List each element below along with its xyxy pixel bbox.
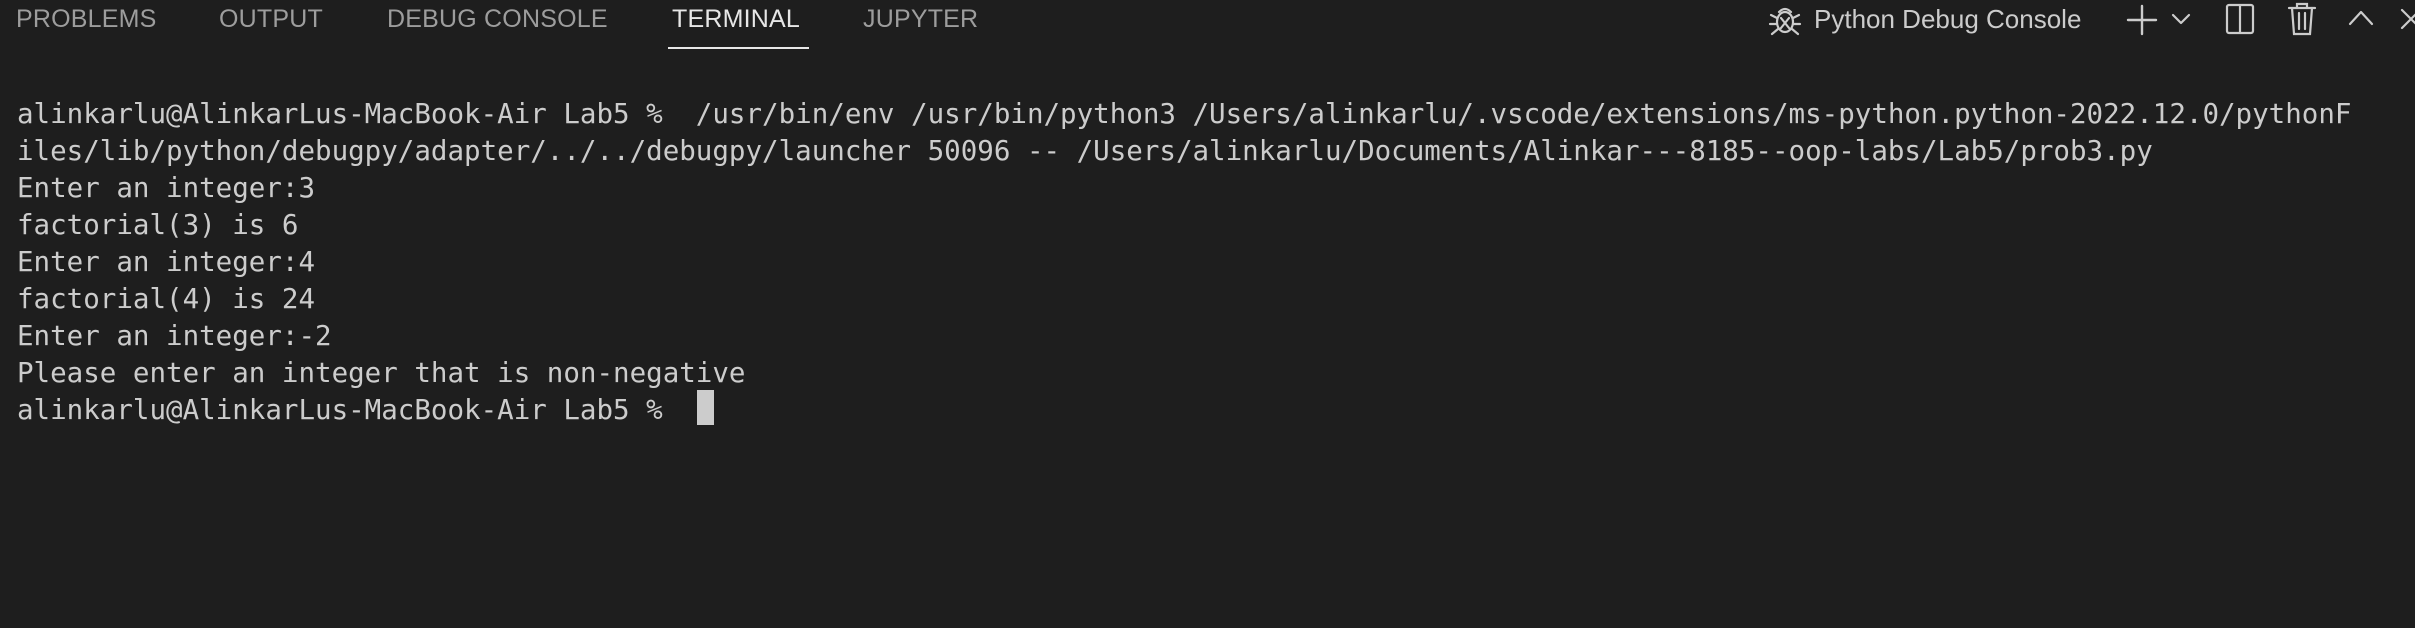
terminal-profile-label: Python Debug Console bbox=[1814, 4, 2082, 34]
debug-bug-icon bbox=[1768, 7, 1802, 36]
terminal-line: factorial(3) is 6 bbox=[17, 209, 299, 241]
tab-debug-console[interactable]: DEBUG CONSOLE bbox=[387, 0, 608, 40]
trash-icon[interactable] bbox=[2284, 0, 2320, 38]
terminal-panel: PROBLEMS OUTPUT DEBUG CONSOLE TERMINAL J… bbox=[0, 0, 2415, 628]
tab-jupyter[interactable]: JUPYTER bbox=[863, 0, 978, 40]
terminal-line: iles/lib/python/debugpy/adapter/../../de… bbox=[17, 135, 2153, 167]
chevron-down-icon[interactable] bbox=[2168, 6, 2194, 32]
terminal-line: factorial(4) is 24 bbox=[17, 283, 316, 315]
split-terminal-icon[interactable] bbox=[2222, 1, 2258, 37]
terminal-output[interactable]: alinkarlu@AlinkarLus-MacBook-Air Lab5 % … bbox=[0, 96, 2415, 628]
panel-tab-bar: PROBLEMS OUTPUT DEBUG CONSOLE TERMINAL J… bbox=[0, 0, 2415, 52]
terminal-line: Enter an integer:3 bbox=[17, 172, 316, 204]
tab-problems[interactable]: PROBLEMS bbox=[16, 0, 157, 40]
terminal-prompt: alinkarlu@AlinkarLus-MacBook-Air Lab5 % bbox=[17, 394, 680, 426]
terminal-line: Enter an integer:4 bbox=[17, 246, 316, 278]
tab-output[interactable]: OUTPUT bbox=[219, 0, 323, 40]
active-tab-indicator bbox=[668, 47, 809, 49]
plus-icon[interactable] bbox=[2124, 2, 2160, 38]
chevron-up-icon[interactable] bbox=[2344, 3, 2378, 33]
close-icon[interactable] bbox=[2396, 3, 2415, 33]
terminal-line: Enter an integer:-2 bbox=[17, 320, 332, 352]
terminal-cursor bbox=[697, 390, 714, 425]
terminal-line: Please enter an integer that is non-nega… bbox=[17, 357, 746, 389]
terminal-line: alinkarlu@AlinkarLus-MacBook-Air Lab5 % … bbox=[17, 98, 2352, 130]
tab-terminal[interactable]: TERMINAL bbox=[672, 0, 800, 40]
